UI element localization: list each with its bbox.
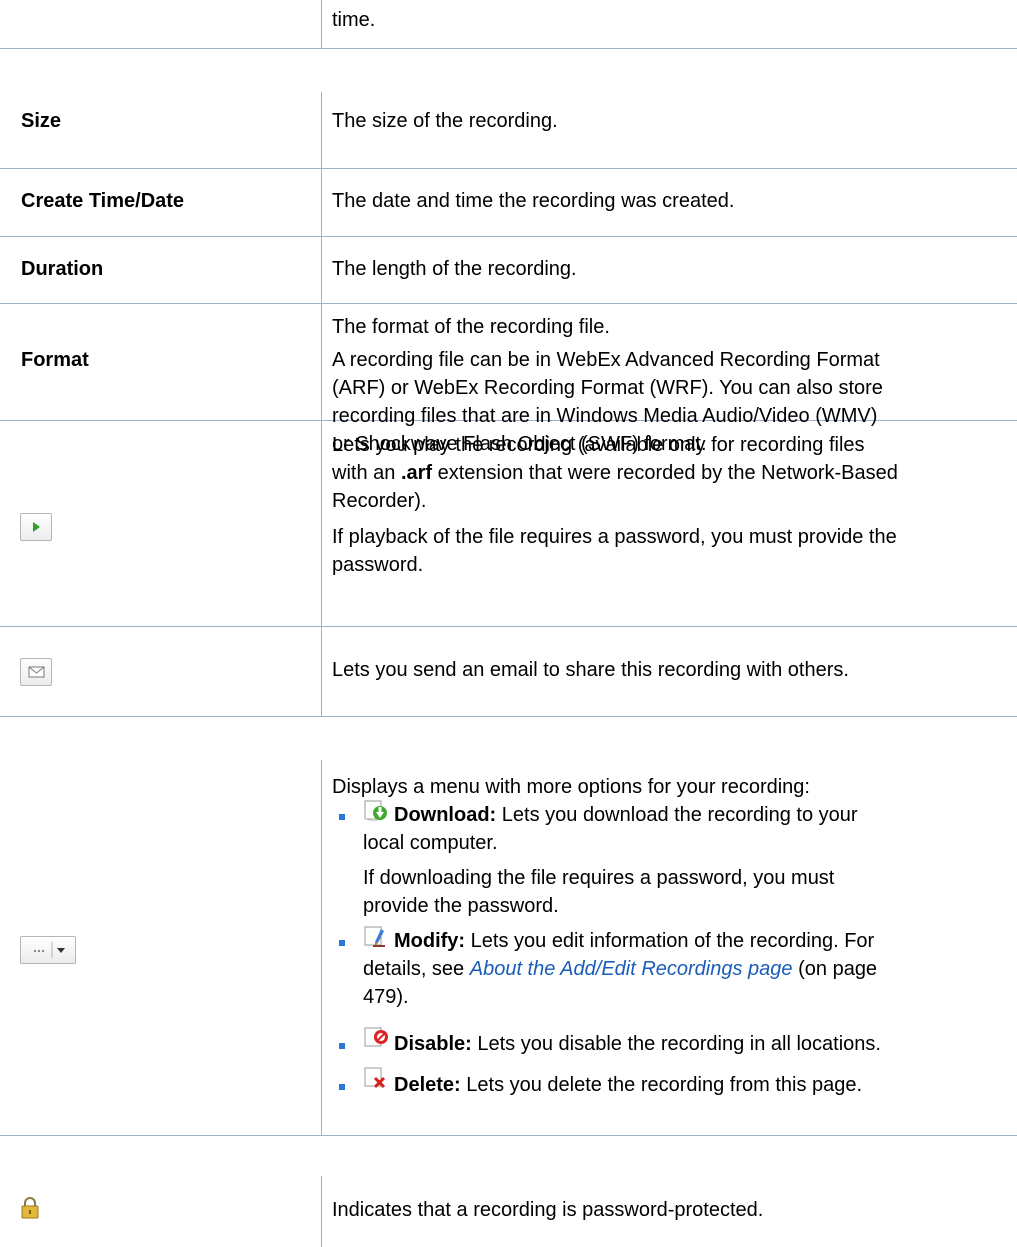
row-label-size: Size [21,110,62,132]
bullet [339,1084,345,1090]
table-rule [0,303,1017,304]
row-desc-email: Lets you send an email to share this rec… [332,659,849,681]
email-share-button[interactable] [20,658,52,686]
menu-item-download: Download: Lets you download the recordin… [394,804,858,826]
row-label-create-time-date: Create Time/Date [21,190,185,212]
menu-item-modify-cont: details, see About the Add/Edit Recordin… [363,958,878,1008]
previous-row-text: time. [332,9,376,31]
column-divider [321,0,322,48]
menu-item-modify: Modify: Lets you edit information of the… [394,930,875,952]
row-desc-more-options: Displays a menu with more options for yo… [332,776,810,798]
row-desc-play: Lets you play the recording (available o… [332,434,898,576]
bullet [339,1043,345,1049]
more-options-dropdown-icon [34,942,65,958]
play-button[interactable] [20,513,52,541]
row-desc-format: The format of the recording file. [332,316,610,338]
menu-item-download-note: If downloading the file requires a passw… [363,867,835,917]
row-desc-create-time-date: The date and time the recording was crea… [332,190,735,212]
row-desc-size: The size of the recording. [332,110,558,132]
disable-icon [364,1027,388,1047]
more-options-dropdown[interactable] [20,936,76,964]
play-icon [33,522,40,532]
row-label-format: Format [21,349,89,371]
table-rule [0,1135,1017,1136]
menu-item-download-cont: local computer. [363,832,498,854]
table-rule [0,236,1017,237]
delete-icon [364,1067,386,1089]
column-divider [321,760,322,1135]
lock-icon [21,1197,39,1219]
download-icon [364,800,387,822]
row-desc-lock: Indicates that a recording is password-p… [332,1199,764,1221]
column-divider [321,92,322,716]
menu-item-delete: Delete: Lets you delete the recording fr… [394,1074,863,1096]
table-rule [0,168,1017,169]
table-rule [0,626,1017,627]
table-rule [0,48,1017,49]
column-divider [321,1176,322,1247]
envelope-icon [28,666,45,678]
add-edit-recordings-link[interactable]: About the Add/Edit Recordings page [470,958,793,980]
bullet [339,814,345,820]
modify-icon [364,926,385,947]
table-rule [0,716,1017,717]
menu-item-disable: Disable: Lets you disable the recording … [394,1033,881,1055]
row-label-duration: Duration [21,258,104,280]
row-desc-duration: The length of the recording. [332,258,577,280]
bullet [339,940,345,946]
